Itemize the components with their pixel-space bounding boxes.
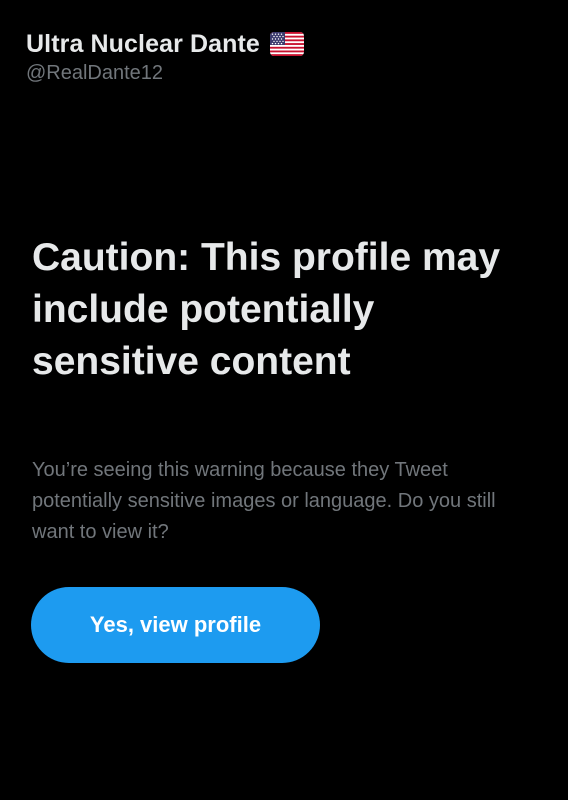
caution-description: You’re seeing this warning because they … [32, 459, 496, 543]
caution-title: Caution: This profile may include potent… [32, 236, 501, 383]
display-name: Ultra Nuclear Dante [26, 29, 260, 58]
view-profile-button[interactable]: Yes, view profile [31, 587, 320, 663]
profile-header: Ultra Nuclear Dante @RealDante12 [26, 26, 546, 85]
name-row: Ultra Nuclear Dante [26, 26, 546, 62]
profile-handle: @RealDante12 [26, 62, 164, 84]
us-flag-icon [269, 32, 304, 56]
